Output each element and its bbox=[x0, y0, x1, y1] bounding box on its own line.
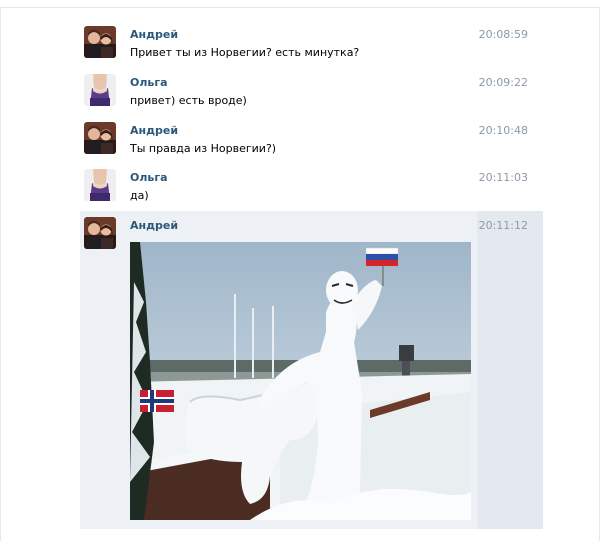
message-item[interactable]: Ольга да) 20:11:03 bbox=[80, 162, 543, 206]
message-item[interactable]: Андрей Привет ты из Норвегии? есть минут… bbox=[80, 19, 543, 63]
woman-photo-avatar[interactable] bbox=[84, 74, 116, 106]
message-text: Ты правда из Норвегии?) bbox=[130, 142, 277, 155]
message-author[interactable]: Андрей bbox=[130, 124, 178, 137]
message-author[interactable]: Ольга bbox=[130, 76, 168, 89]
message-time[interactable]: 20:11:12 bbox=[479, 219, 528, 232]
message-author[interactable]: Андрей bbox=[130, 219, 178, 232]
message-text: Привет ты из Норвегии? есть минутка? bbox=[130, 46, 360, 59]
couple-photo-avatar[interactable] bbox=[84, 122, 116, 154]
message-time[interactable]: 20:09:22 bbox=[479, 76, 528, 89]
message-item-selected[interactable]: Андрей 20:11:12 bbox=[80, 211, 543, 529]
message-author[interactable]: Ольга bbox=[130, 171, 168, 184]
message-item[interactable]: Андрей Ты правда из Норвегии?) 20:10:48 bbox=[80, 115, 543, 159]
message-text: да) bbox=[130, 189, 149, 202]
message-time[interactable]: 20:10:48 bbox=[479, 124, 528, 137]
message-text: привет) есть вроде) bbox=[130, 94, 247, 107]
message-author[interactable]: Андрей bbox=[130, 28, 178, 41]
message-item[interactable]: Ольга привет) есть вроде) 20:09:22 bbox=[80, 67, 543, 111]
couple-photo-avatar[interactable] bbox=[84, 217, 116, 249]
message-time[interactable]: 20:11:03 bbox=[479, 171, 528, 184]
attached-photo[interactable] bbox=[130, 242, 471, 520]
woman-photo-avatar[interactable] bbox=[84, 169, 116, 201]
couple-photo-avatar[interactable] bbox=[84, 26, 116, 58]
timestamp-column bbox=[477, 211, 543, 529]
message-time[interactable]: 20:08:59 bbox=[479, 28, 528, 41]
